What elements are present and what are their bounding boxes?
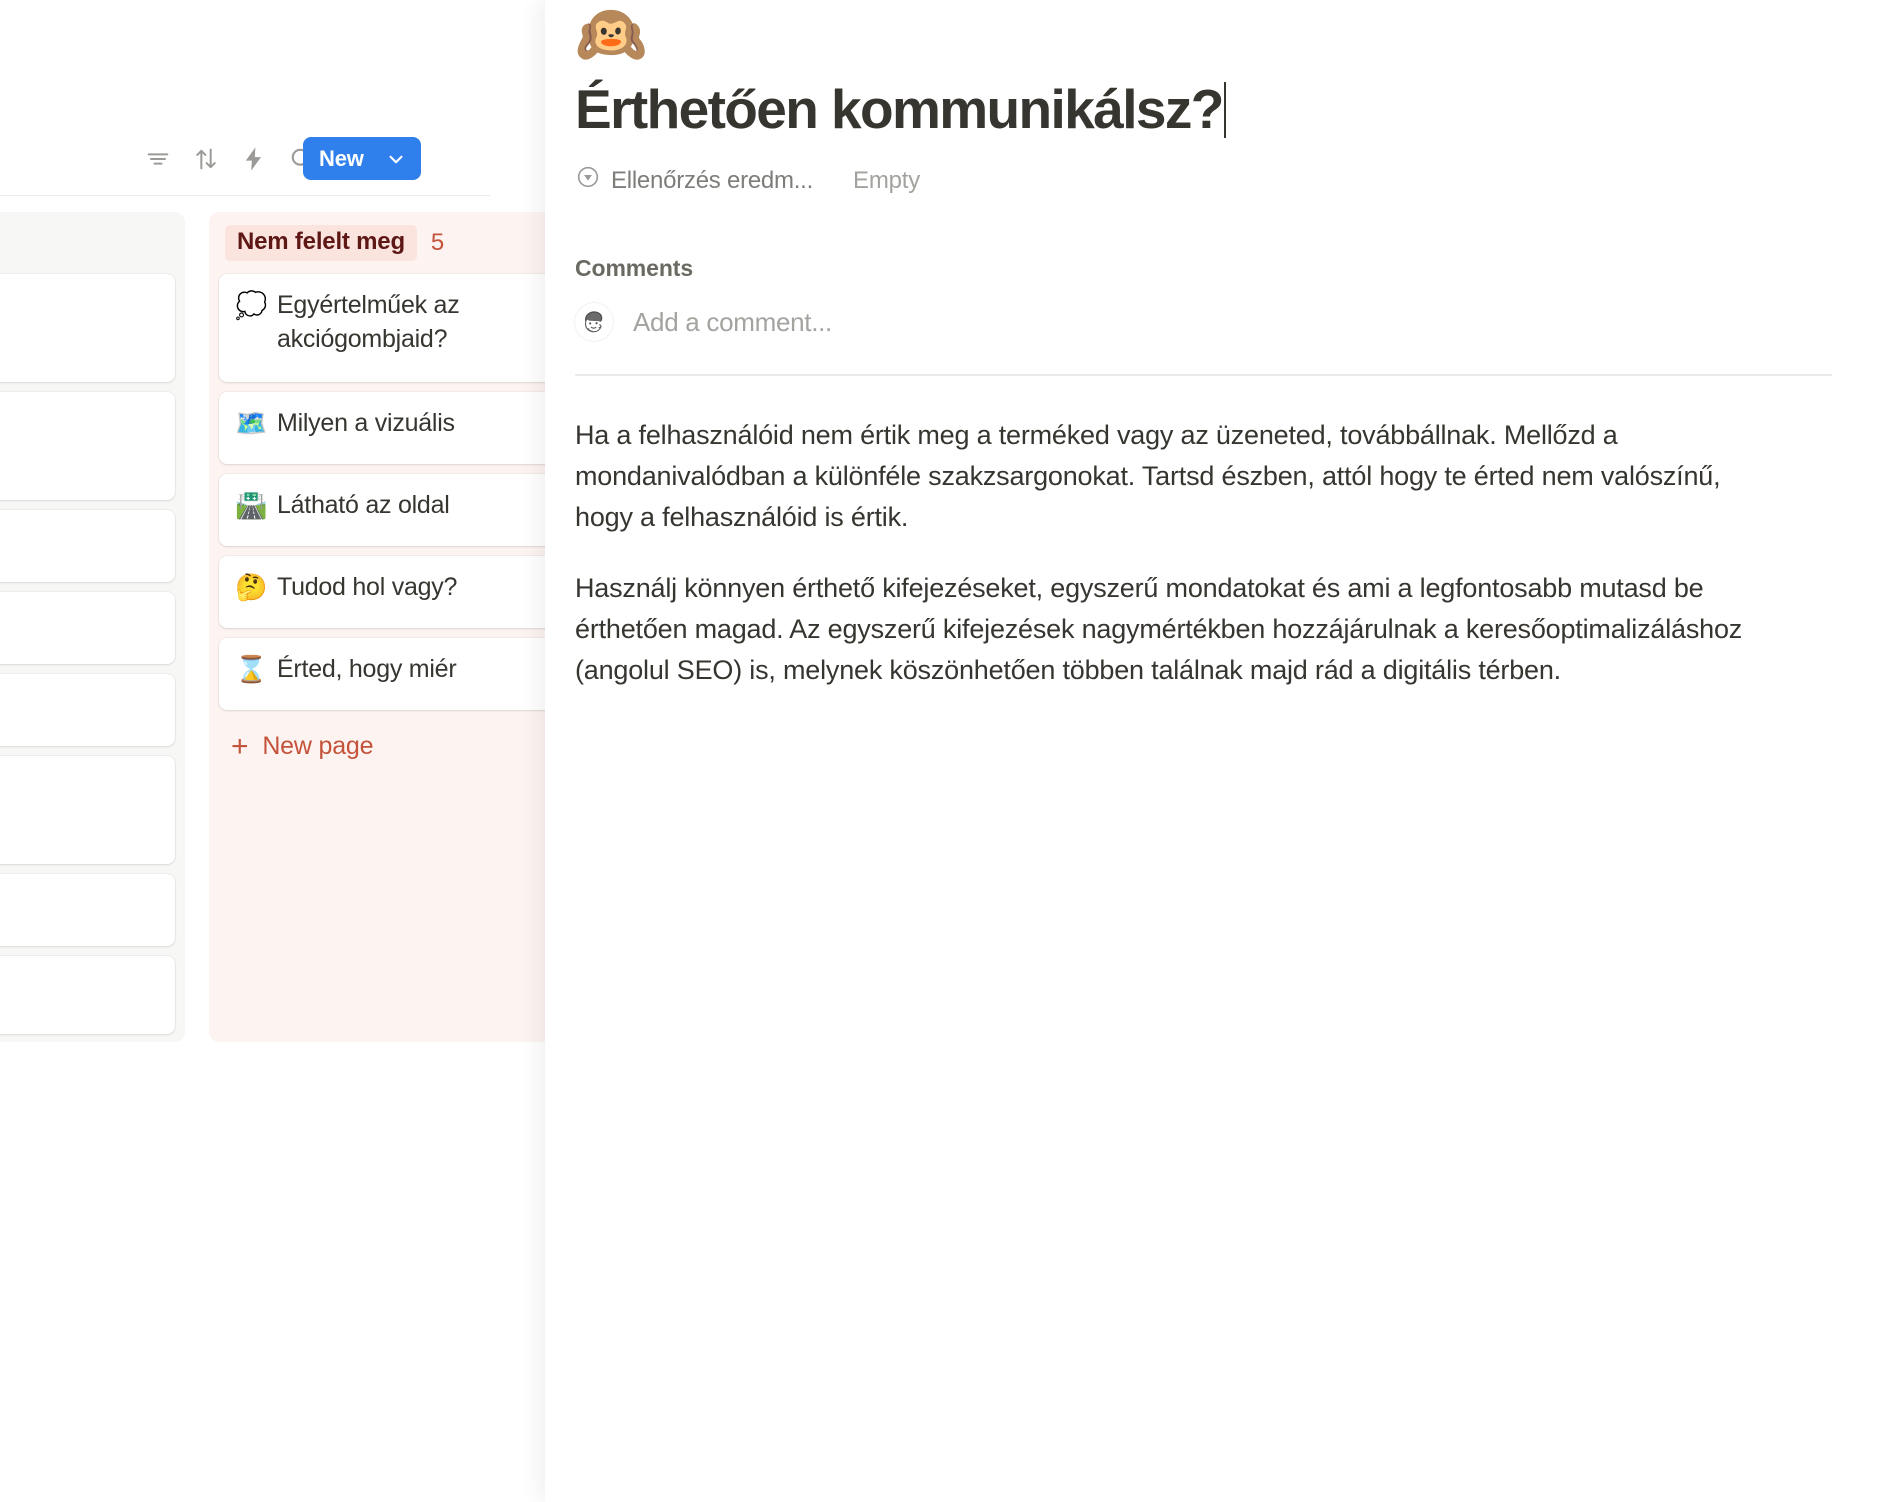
filter-icon[interactable] [134,135,182,183]
new-button[interactable]: New [303,137,421,180]
chevron-down-icon[interactable] [385,148,407,170]
page-properties: Ellenőrzés eredm... Empty [575,164,920,197]
toolbar-divider [0,195,490,196]
board-card[interactable]: használsz? [0,510,175,582]
board-columns: assága: min. esetben szóra használsz? la… [0,212,584,1042]
new-page-label: New page [262,732,374,760]
property-ellenorzes-eredmeny[interactable]: Ellenőrzés eredm... [575,164,813,197]
page-body[interactable]: Ha a felhasználóid nem értik meg a termé… [575,415,1760,691]
motorway-emoji: 🛣️ [235,490,268,520]
card-title: Egyértelműek az akciógombjaid? [277,291,460,353]
plus-icon: + [231,729,249,763]
board-card[interactable]: 🛣️ Látható az oldal [219,474,574,546]
board-column-neutral: assága: min. esetben szóra használsz? la… [0,212,185,1042]
hourglass-emoji: ⌛ [235,654,268,684]
column-header: Nem felelt meg 5 [209,212,584,274]
select-property-icon [575,164,601,197]
board-card[interactable]: 💭 Egyértelműek az akciógombjaid? [219,274,574,382]
board-card[interactable]: m? [0,674,175,746]
user-avatar [575,303,613,341]
comment-input-placeholder[interactable]: Add a comment... [633,307,832,338]
page-side-panel: 🙉 Érthetően kommunikálsz? Ellenőrzés ere… [545,0,1888,1502]
board-card[interactable]: ⌛ Érted, hogy miér [219,638,574,710]
body-paragraph[interactable]: Használj könnyen érthető kifejezéseket, … [575,568,1760,691]
page-title[interactable]: Érthetően kommunikálsz? [575,78,1224,142]
column-chip-label: Nem felelt meg [225,224,417,262]
comments-heading: Comments [575,255,694,281]
new-page-button[interactable]: + New page [209,710,584,777]
page-title-row[interactable]: Érthetően kommunikálsz? [575,78,1226,142]
board-column-nem-felelt-meg: Nem felelt meg 5 💭 Egyértelműek az akció… [209,212,584,1042]
new-button-label: New [319,145,364,171]
board-card[interactable]: 🗺️ Milyen a vizuális [219,392,574,464]
content-divider [575,374,1832,376]
board-card[interactable]: assága: min. esetben [0,274,175,382]
card-title: Tudod hol vagy? [277,573,458,601]
card-title: Látható az oldal [277,491,450,519]
database-board-background: New assága: min. esetben szóra [0,0,584,1502]
property-name-label: Ellenőrzés eredm... [611,166,814,194]
board-card[interactable]: 🤔 Tudod hol vagy? [219,556,574,628]
board-card[interactable]: ges segítség? [0,874,175,946]
board-card[interactable] [0,956,175,1034]
hear-no-evil-monkey-emoji[interactable]: 🙉 [575,6,647,64]
text-cursor [1223,81,1226,138]
board-card[interactable]: szóra [0,392,175,500]
board-card[interactable]: en jelennek [0,756,175,864]
board-card[interactable]: lad? [0,592,175,664]
add-comment-row[interactable]: Add a comment... [575,303,832,341]
column-cards: assága: min. esetben szóra használsz? la… [0,274,185,1034]
thought-balloon-emoji: 💭 [235,290,268,320]
board-toolbar [0,130,560,188]
property-value[interactable]: Empty [853,167,920,195]
automation-lightning-icon[interactable] [230,135,278,183]
sort-icon[interactable] [182,135,230,183]
body-paragraph[interactable]: Ha a felhasználóid nem értik meg a termé… [575,415,1760,538]
thinking-face-emoji: 🤔 [235,572,268,602]
column-count: 5 [430,229,445,256]
card-title: Érted, hogy miér [277,655,457,683]
world-map-emoji: 🗺️ [235,408,268,438]
card-title: Milyen a vizuális [277,409,455,437]
column-cards: 💭 Egyértelműek az akciógombjaid? 🗺️ Mily… [209,274,584,710]
page-content: 🙉 Érthetően kommunikálsz? Ellenőrzés ere… [575,0,1888,1502]
column-header [0,212,185,274]
